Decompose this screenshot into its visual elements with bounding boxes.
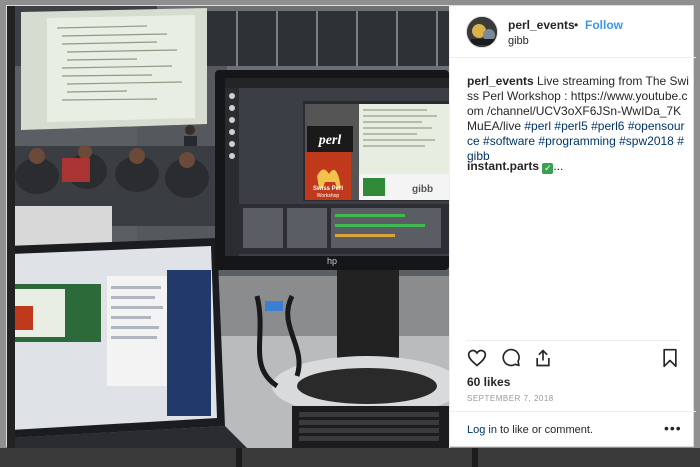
bookmark-icon[interactable] (660, 348, 680, 368)
hashtag[interactable]: #programming (538, 134, 615, 148)
divider (466, 340, 680, 341)
post-photo[interactable]: perl Swiss Perl Workshop gibb hp (7, 6, 449, 448)
login-text: to like or comment. (500, 424, 593, 436)
caption-author[interactable]: perl_events (467, 74, 534, 88)
login-footer: Log in to like or comment. ••• (450, 411, 696, 448)
monitor-brand: hp (327, 256, 337, 266)
comment: instant.parts ✓... (467, 159, 689, 174)
conference-photo: perl Swiss Perl Workshop gibb hp (7, 6, 449, 448)
hashtag[interactable]: #software (483, 134, 535, 148)
slide-perl-logo: perl (318, 133, 342, 148)
checkmark-icon: ✓ (542, 163, 554, 174)
caption: perl_events Live streaming from The Swis… (467, 74, 689, 164)
avatar[interactable] (466, 16, 498, 48)
comment-author[interactable]: instant.parts (467, 159, 539, 173)
more-icon[interactable]: ••• (664, 420, 682, 436)
comment-text: ... (553, 159, 564, 173)
next-posts-strip (0, 448, 700, 467)
hashtag[interactable]: #perl6 (591, 119, 624, 133)
login-prompt: Log in to like or comment. (467, 424, 593, 436)
badge-line-2: Workshop (317, 193, 340, 199)
sponsor-logo: gibb (412, 184, 433, 195)
separator-dot: • (574, 18, 579, 32)
login-link[interactable]: Log in (467, 424, 497, 436)
hashtag[interactable]: #perl5 (554, 119, 587, 133)
post-sidebar: perl_events • Follow gibb perl_events Li… (449, 6, 696, 448)
avatar-image (467, 17, 497, 47)
like-count[interactable]: 60 likes (467, 375, 510, 389)
post-date[interactable]: SEPTEMBER 7, 2018 (467, 394, 554, 403)
post-header: perl_events • Follow gibb (450, 6, 696, 58)
username-link[interactable]: perl_events (508, 18, 575, 32)
follow-button[interactable]: Follow (585, 18, 623, 32)
badge-line-1: Swiss Perl (313, 186, 343, 192)
heart-icon[interactable] (467, 348, 487, 368)
hashtag[interactable]: #spw2018 (619, 134, 674, 148)
share-icon[interactable] (533, 348, 553, 368)
hashtag[interactable]: #perl (524, 119, 551, 133)
comment-icon[interactable] (501, 348, 521, 368)
location-link[interactable]: gibb (508, 35, 529, 47)
post-card: perl Swiss Perl Workshop gibb hp perl_ev… (6, 5, 696, 448)
